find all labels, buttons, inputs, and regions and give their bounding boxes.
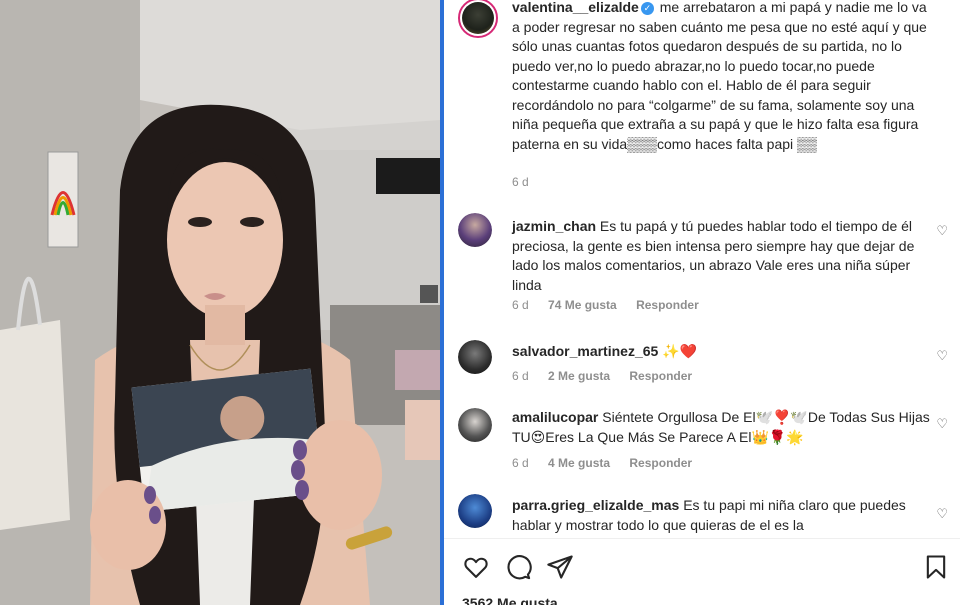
- post-actions-bar: 3562 Me gusta: [444, 538, 960, 605]
- commenter-avatar[interactable]: [458, 213, 492, 247]
- comment-likes[interactable]: 2 Me gusta: [548, 369, 610, 383]
- caption-text: valentina__elizalde ✓ me arrebataron a mi…: [512, 0, 932, 154]
- caption-meta: 6 d: [512, 175, 545, 189]
- comment-text: parra.grieg_elizalde_mas Es tu papi mi n…: [512, 496, 932, 535]
- commenter-avatar[interactable]: [458, 340, 492, 374]
- commenter-avatar[interactable]: [458, 494, 492, 528]
- photo-illustration: [0, 0, 440, 605]
- reply-button[interactable]: Responder: [629, 456, 692, 470]
- comment-time: 6 d: [512, 298, 529, 312]
- verified-badge-icon: ✓: [640, 2, 654, 15]
- commenter-avatar[interactable]: [458, 408, 492, 442]
- caption-username[interactable]: valentina__elizalde: [512, 0, 639, 15]
- comment-like-icon[interactable]: ♡: [936, 348, 948, 364]
- comment-username[interactable]: parra.grieg_elizalde_mas: [512, 497, 679, 513]
- comment-time: 6 d: [512, 369, 529, 383]
- comment-like-icon[interactable]: ♡: [936, 506, 948, 522]
- comment-icon[interactable]: [504, 553, 532, 581]
- share-icon[interactable]: [546, 553, 574, 581]
- comment-text: amalilucopar Siéntete Orgullosa De El🕊️❣…: [512, 408, 932, 447]
- comment-time: 6 d: [512, 456, 529, 470]
- comment-username[interactable]: jazmin_chan: [512, 218, 596, 234]
- comments-panel: valentina__elizalde ✓ me arrebataron a mi…: [444, 0, 960, 605]
- likes-count[interactable]: 3562 Me gusta: [462, 595, 558, 605]
- comment-likes[interactable]: 4 Me gusta: [548, 456, 610, 470]
- comment-meta: 6 d 2 Me gusta Responder: [512, 369, 708, 383]
- post-photo: [0, 0, 440, 605]
- comment-like-icon[interactable]: ♡: [936, 416, 948, 432]
- bookmark-icon[interactable]: [922, 553, 950, 581]
- comment-body: ✨❤️: [662, 343, 698, 359]
- reply-button[interactable]: Responder: [636, 298, 699, 312]
- caption-time: 6 d: [512, 175, 529, 189]
- comment-text: jazmin_chan Es tu papá y tú puedes habla…: [512, 217, 932, 295]
- comment-meta: 6 d 4 Me gusta Responder: [512, 456, 708, 470]
- caption-body: me arrebataron a mi papá y nadie me lo v…: [512, 0, 927, 152]
- reply-button[interactable]: Responder: [629, 369, 692, 383]
- comment-likes[interactable]: 74 Me gusta: [548, 298, 617, 312]
- comment-username[interactable]: amalilucopar: [512, 409, 598, 425]
- comment-text: salvador_martinez_65 ✨❤️: [512, 342, 932, 362]
- heart-icon[interactable]: [462, 553, 490, 581]
- comment-username[interactable]: salvador_martinez_65: [512, 343, 658, 359]
- author-avatar[interactable]: [458, 0, 498, 38]
- comment-like-icon[interactable]: ♡: [936, 223, 948, 239]
- comment-meta: 6 d 74 Me gusta Responder: [512, 298, 715, 312]
